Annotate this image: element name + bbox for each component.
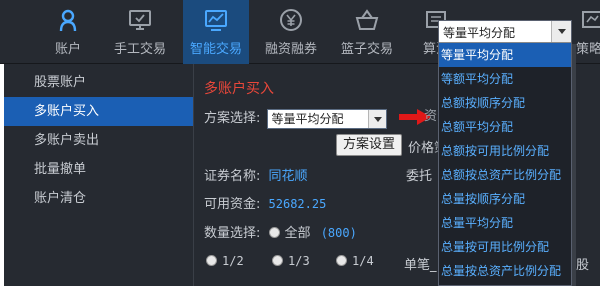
toolbar-item-account[interactable]: 账户: [36, 0, 100, 64]
dropdown-options: 等量平均分配 等额平均分配 总额按顺序分配 总额平均分配 总额按可用比例分配 总…: [439, 43, 571, 283]
scheme-dropdown[interactable]: 等量平均分配 等量平均分配 等额平均分配 总额按顺序分配 总额平均分配 总额按可…: [438, 20, 572, 286]
page-title: 多账户买入: [204, 81, 274, 97]
funds-row: 可用资金: 52682.25: [204, 193, 326, 212]
sidebar-item-stock-account[interactable]: 股票账户: [4, 68, 193, 97]
dropdown-scrollbar[interactable]: [572, 44, 576, 286]
dropdown-option[interactable]: 总额平均分配: [439, 115, 571, 139]
chevron-down-icon[interactable]: [551, 21, 571, 42]
chevron-down-icon: [367, 109, 386, 128]
radio-icon: [336, 255, 347, 266]
dropdown-option[interactable]: 等额平均分配: [439, 67, 571, 91]
funds-value: 52682.25: [268, 197, 327, 211]
dropdown-option[interactable]: 等量平均分配: [439, 43, 571, 67]
qty-label: 数量选择:: [204, 226, 261, 241]
ratio-label: 1/4: [352, 254, 374, 268]
dropdown-option[interactable]: 总额按可用比例分配: [439, 139, 571, 163]
scheme-side-text: 资: [424, 109, 438, 124]
radio-icon: [272, 255, 283, 266]
funds-label: 可用资金:: [204, 197, 261, 212]
toolbar-item-smart-trade[interactable]: 智能交易: [183, 0, 249, 64]
toolbar-label: 账户: [54, 42, 81, 57]
toolbar-item-manual-trade[interactable]: 手工交易: [108, 0, 172, 64]
dropdown-option[interactable]: 总额按总资产比例分配: [439, 163, 571, 187]
delegate-label: 委托: [406, 169, 433, 184]
dropdown-option[interactable]: 总额按顺序分配: [439, 91, 571, 115]
toolbar-label: 策略: [576, 42, 600, 57]
toolbar-item-margin-finance[interactable]: 融资融券: [258, 0, 324, 64]
qty-row: 数量选择: 全部 (800): [204, 222, 357, 241]
smart-trade-icon: [205, 10, 227, 31]
dropdown-option[interactable]: 总量按总资产比例分配: [439, 259, 571, 283]
ratio-option-third[interactable]: 1/3: [272, 254, 310, 269]
margin-finance-icon: [280, 9, 302, 31]
qty-all-option[interactable]: 全部: [268, 226, 315, 241]
trading-app-window: 账户 手工交易 智能交易 融资融券 篮子交易 算法 策略 股票账户 多账户买入 …: [0, 0, 600, 286]
dropdown-current-value: 等量平均分配: [443, 26, 516, 40]
sidebar-item-multi-account-sell[interactable]: 多账户卖出: [4, 126, 193, 155]
toolbar-label: 手工交易: [113, 42, 166, 57]
stock-row: 证券名称: 同花顺: [204, 165, 308, 184]
scheme-row: 方案选择: 等量平均分配: [204, 107, 387, 129]
toolbar-label: 篮子交易: [340, 42, 393, 57]
ratio-label: 1/3: [288, 254, 310, 268]
radio-icon: [268, 227, 280, 238]
toolbar-label: 智能交易: [189, 42, 242, 57]
price-label-text: 价格: [408, 141, 435, 156]
account-icon: [59, 9, 77, 32]
ratio-option-half[interactable]: 1/2: [206, 254, 244, 269]
scheme-settings-button[interactable]: 方案设置: [336, 134, 403, 156]
ratio-label: 1/2: [222, 254, 244, 268]
dropdown-option[interactable]: 总量按可用比例分配: [439, 235, 571, 259]
toolbar-item-basket[interactable]: 篮子交易: [334, 0, 400, 64]
single-order-label: 单笔_: [404, 258, 437, 273]
manual-trade-icon: [129, 10, 151, 30]
scheme-select-value: 等量平均分配: [271, 111, 344, 126]
qty-all-label: 全部: [284, 226, 311, 241]
dropdown-option[interactable]: 总量按顺序分配: [439, 187, 571, 211]
toolbar-label: 融资融券: [264, 42, 317, 57]
scheme-label: 方案选择:: [204, 111, 261, 126]
sidebar-item-multi-account-buy[interactable]: 多账户买入: [4, 97, 193, 126]
stock-name[interactable]: 同花顺: [269, 169, 308, 184]
dropdown-current[interactable]: 等量平均分配: [439, 21, 571, 43]
sidebar: 股票账户 多账户买入 多账户卖出 批量撤单 账户清仓: [4, 64, 194, 286]
strategy-icon: [582, 11, 600, 28]
single-order-unit: 股: [576, 258, 590, 273]
radio-icon: [206, 255, 217, 266]
scheme-select[interactable]: 等量平均分配: [266, 108, 387, 129]
basket-icon: [355, 9, 379, 30]
sidebar-item-account-clear[interactable]: 账户清仓: [4, 184, 193, 213]
ratio-option-quarter[interactable]: 1/4: [336, 254, 374, 269]
toolbar-item-strategy[interactable]: 策略: [572, 0, 600, 64]
stock-label: 证券名称:: [204, 169, 261, 184]
qty-all-count: (800): [320, 226, 357, 240]
sidebar-item-batch-cancel[interactable]: 批量撤单: [4, 155, 193, 184]
dropdown-option[interactable]: 总量平均分配: [439, 211, 571, 235]
